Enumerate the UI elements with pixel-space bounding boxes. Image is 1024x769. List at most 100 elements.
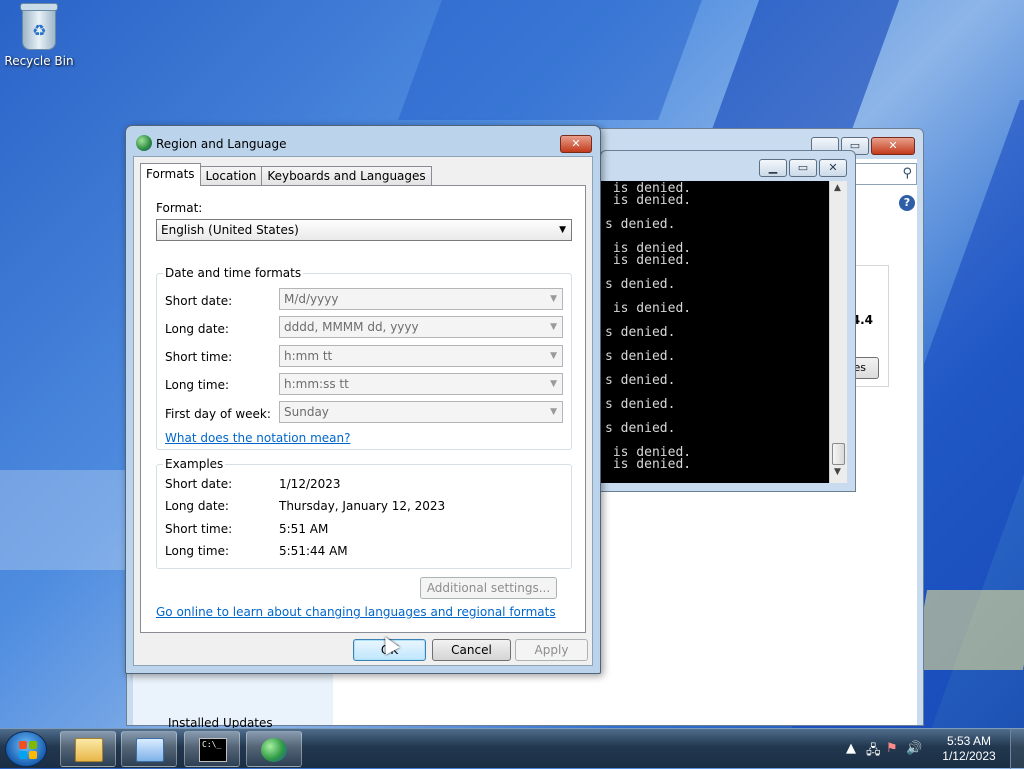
tab-formats[interactable]: Formats — [140, 163, 201, 186]
date-time-formats-group: Date and time formats Short date: M/d/yy… — [156, 266, 572, 450]
search-icon: ⚲ — [902, 166, 912, 181]
first-day-value: Sunday — [284, 405, 329, 419]
globe-icon — [136, 135, 152, 151]
first-day-label: First day of week: — [165, 407, 271, 421]
console-line: s denied. — [605, 217, 676, 232]
dialog-body: Formats Location Keyboards and Languages… — [133, 156, 593, 666]
dialog-close-button[interactable]: ✕ — [560, 135, 592, 153]
cancel-button[interactable]: Cancel — [432, 639, 511, 661]
long-time-label: Long time: — [165, 378, 230, 392]
tab-location[interactable]: Location — [199, 166, 263, 186]
console-line: is denied. — [605, 301, 692, 316]
wallpaper-panel — [398, 0, 702, 120]
example-long-date-value: Thursday, January 12, 2023 — [279, 499, 446, 513]
chevron-down-icon: ▼ — [550, 407, 557, 417]
online-help-link[interactable]: Go online to learn about changing langua… — [156, 605, 556, 619]
format-select[interactable]: English (United States) ▼ — [156, 219, 572, 241]
example-short-date-value: 1/12/2023 — [279, 477, 341, 491]
show-hidden-icons-icon[interactable]: ▲ — [846, 741, 856, 756]
chevron-down-icon: ▼ — [550, 351, 557, 361]
tab-strip: Formats Location Keyboards and Languages — [140, 163, 432, 186]
chevron-down-icon: ▼ — [550, 379, 557, 389]
taskbar-region-language[interactable] — [246, 731, 302, 767]
chevron-down-icon: ▼ — [559, 225, 566, 235]
start-button[interactable] — [5, 731, 47, 767]
region-language-dialog: Region and Language ✕ Formats Location K… — [125, 125, 601, 674]
short-date-value: M/d/yyyy — [284, 292, 339, 306]
format-value: English (United States) — [161, 223, 299, 237]
scroll-up-icon[interactable]: ▲ — [834, 183, 841, 193]
console-line: s denied. — [605, 349, 676, 364]
console-line: is denied. — [605, 457, 692, 472]
console-line: s denied. — [605, 397, 676, 412]
notation-help-link[interactable]: What does the notation mean? — [165, 431, 350, 445]
long-time-value: h:mm:ss tt — [284, 377, 349, 391]
clock-date: 1/12/2023 — [942, 749, 996, 763]
help-icon[interactable]: ? — [899, 195, 915, 211]
control-panel-icon — [136, 738, 164, 762]
dialog-title: Region and Language — [156, 137, 287, 151]
scroll-down-icon[interactable]: ▼ — [834, 467, 841, 477]
console-line: s denied. — [605, 325, 676, 340]
console-line: is denied. — [605, 253, 692, 268]
console-scrollbar[interactable]: ▲ ▼ — [829, 181, 847, 483]
chevron-down-icon: ▼ — [550, 322, 557, 332]
long-date-select[interactable]: dddd, MMMM dd, yyyy ▼ — [279, 316, 563, 338]
short-date-label: Short date: — [165, 294, 233, 308]
cmd-caption-buttons: ▁ ▭ ✕ — [759, 159, 847, 177]
minimize-button[interactable]: ▁ — [759, 159, 787, 177]
command-prompt-window: ▁ ▭ ✕ is denied. is denied. s denied. is… — [600, 150, 856, 492]
taskbar: C:\_ ▲ 🖧 ⚑ 🔊 5:53 AM 1/12/2023 — [0, 728, 1024, 769]
clock-time: 5:53 AM — [946, 734, 992, 748]
desktop-icon-recycle-bin[interactable]: Recycle Bin — [4, 3, 74, 68]
additional-settings-button[interactable]: Additional settings... — [420, 577, 557, 599]
console-line: s denied. — [605, 373, 676, 388]
first-day-select[interactable]: Sunday ▼ — [279, 401, 563, 423]
command-prompt-icon: C:\_ — [199, 738, 227, 762]
recycle-bin-icon — [20, 3, 58, 50]
format-label: Format: — [156, 201, 203, 215]
console-line: is denied. — [605, 193, 692, 208]
short-time-label: Short time: — [165, 350, 233, 364]
show-desktop-button[interactable] — [1010, 729, 1024, 769]
example-short-time-value: 5:51 AM — [279, 522, 329, 536]
folder-icon — [75, 738, 103, 762]
network-icon[interactable]: 🖧 — [866, 741, 881, 763]
wallpaper-panel — [0, 470, 140, 570]
example-long-date-label: Long date: — [165, 499, 229, 513]
long-date-label: Long date: — [165, 322, 229, 336]
volume-icon[interactable]: 🔊 — [906, 741, 922, 756]
scroll-thumb[interactable] — [832, 443, 845, 465]
example-short-date-label: Short date: — [165, 477, 233, 491]
chevron-down-icon: ▼ — [550, 294, 557, 304]
example-long-time-value: 5:51:44 AM — [279, 544, 348, 558]
example-short-time-label: Short time: — [165, 522, 233, 536]
close-button[interactable]: ✕ — [819, 159, 847, 177]
apply-button[interactable]: Apply — [515, 639, 588, 661]
example-long-time-label: Long time: — [165, 544, 230, 558]
long-date-value: dddd, MMMM dd, yyyy — [284, 320, 419, 334]
short-time-value: h:mm tt — [284, 349, 333, 363]
short-time-select[interactable]: h:mm tt ▼ — [279, 345, 563, 367]
wallpaper-panel — [912, 590, 1024, 670]
examples-group: Examples Short date: 1/12/2023 Long date… — [156, 457, 572, 569]
console-output[interactable]: is denied. is denied. s denied. is denie… — [601, 181, 829, 483]
globe-clock-icon — [261, 738, 287, 762]
short-date-select[interactable]: M/d/yyyy ▼ — [279, 288, 563, 310]
desktop-icon-label: Recycle Bin — [4, 54, 74, 68]
action-center-icon[interactable]: ⚑ — [886, 741, 898, 756]
console-line: s denied. — [605, 421, 676, 436]
clock[interactable]: 5:53 AM 1/12/2023 — [934, 734, 1004, 764]
system-tray: ▲ 🖧 ⚑ 🔊 5:53 AM 1/12/2023 — [834, 729, 1024, 769]
long-time-select[interactable]: h:mm:ss tt ▼ — [279, 373, 563, 395]
taskbar-control-panel[interactable] — [121, 731, 177, 767]
group-title: Examples — [163, 457, 226, 471]
maximize-button[interactable]: ▭ — [789, 159, 817, 177]
group-title: Date and time formats — [163, 266, 304, 280]
close-button[interactable]: ✕ — [871, 137, 915, 155]
taskbar-explorer[interactable] — [60, 731, 116, 767]
tab-keyboards-languages[interactable]: Keyboards and Languages — [261, 166, 432, 186]
console-line: s denied. — [605, 277, 676, 292]
taskbar-command-prompt[interactable]: C:\_ — [184, 731, 240, 767]
windows-logo-icon — [19, 741, 37, 759]
